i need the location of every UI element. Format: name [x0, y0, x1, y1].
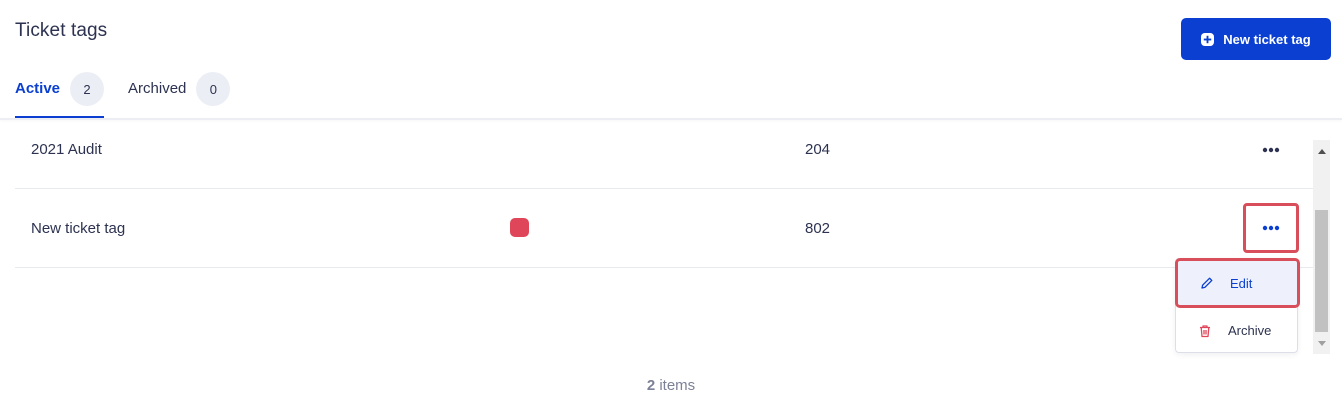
new-ticket-tag-button[interactable]: New ticket tag — [1181, 18, 1331, 60]
menu-item-archive[interactable]: Archive — [1176, 307, 1299, 354]
menu-item-edit[interactable]: Edit — [1175, 258, 1300, 308]
new-ticket-tag-label: New ticket tag — [1223, 31, 1311, 47]
item-count: 2 items — [0, 377, 1342, 394]
row-actions-button[interactable] — [1243, 203, 1299, 253]
tag-ticket-count: 802 — [805, 220, 831, 237]
item-count-number: 2 — [646, 377, 656, 394]
vertical-scrollbar[interactable] — [1313, 140, 1330, 354]
scroll-down-arrow-icon[interactable] — [1313, 335, 1330, 352]
page-title: Ticket tags — [15, 20, 108, 41]
plus-circle-icon — [1201, 32, 1215, 46]
row-actions-button[interactable] — [1244, 128, 1298, 172]
tag-name: 2021 Audit — [31, 141, 102, 158]
more-horizontal-icon — [1262, 147, 1280, 153]
table-row: 2021 Audit 204 — [15, 110, 1313, 189]
menu-item-archive-label: Archive — [1228, 323, 1272, 338]
scrollbar-thumb[interactable] — [1315, 210, 1328, 332]
tab-active-count: 2 — [70, 72, 105, 106]
tab-archived-label: Archived — [128, 80, 187, 97]
tag-name: New ticket tag — [31, 220, 126, 237]
trash-icon — [1200, 324, 1210, 337]
tag-color-swatch — [510, 218, 529, 237]
pencil-icon — [1201, 277, 1213, 289]
item-count-suffix: items — [659, 377, 696, 394]
more-horizontal-icon — [1262, 225, 1280, 231]
menu-item-edit-label: Edit — [1230, 275, 1253, 291]
tab-archived-count: 0 — [196, 72, 231, 106]
tab-active-label: Active — [15, 80, 61, 97]
tag-ticket-count: 204 — [805, 141, 831, 158]
row-actions-menu: Edit Archive — [1175, 258, 1300, 354]
scroll-up-arrow-icon[interactable] — [1313, 143, 1330, 160]
table-row: New ticket tag 802 — [15, 189, 1313, 268]
